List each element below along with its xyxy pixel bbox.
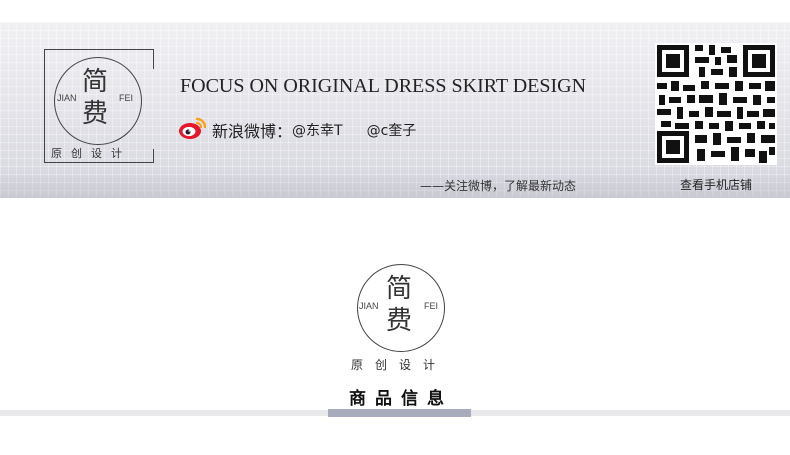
logo-frame-bottom xyxy=(44,162,154,163)
section-logo-right-text: FEI xyxy=(424,301,439,311)
weibo-label: 新浪微博： xyxy=(212,122,293,141)
brand-tagline: FOCUS ON ORIGINAL DRESS SKIRT DESIGN xyxy=(180,75,587,97)
section-title: 商品信息 xyxy=(349,389,453,409)
weibo-handle-dongxing[interactable]: @东幸T xyxy=(292,120,343,140)
weibo-handle-kuizi[interactable]: @c奎子 xyxy=(367,120,417,140)
section-logo: 简 费 JIAN FEI xyxy=(355,262,447,354)
banner-logo: 简 费 JIAN FEI 原创设计 xyxy=(44,49,154,165)
logo-frame-right-lower xyxy=(153,149,154,163)
qr-code-icon[interactable] xyxy=(655,43,777,165)
logo-right-text: FEI xyxy=(119,93,134,103)
qr-caption: 查看手机店铺 xyxy=(679,178,752,192)
section-logo-char-bottom: 费 xyxy=(386,306,413,336)
logo-left-text: JIAN xyxy=(57,93,77,103)
logo-subtitle: 原创设计 xyxy=(51,147,131,160)
section-logo-left-text: JIAN xyxy=(359,301,379,311)
follow-note: ——关注微博，了解最新动态 xyxy=(420,179,577,193)
section-logo-subtitle: 原创设计 xyxy=(351,358,448,372)
section-divider-accent xyxy=(328,409,471,417)
logo-char-bottom: 费 xyxy=(82,99,109,129)
logo-frame-top xyxy=(44,49,154,50)
weibo-icon[interactable] xyxy=(178,115,208,145)
weibo-info: 新浪微博： @东幸T @c奎子 xyxy=(178,117,416,143)
logo-frame-right xyxy=(153,49,154,69)
logo-frame-left xyxy=(44,49,45,163)
